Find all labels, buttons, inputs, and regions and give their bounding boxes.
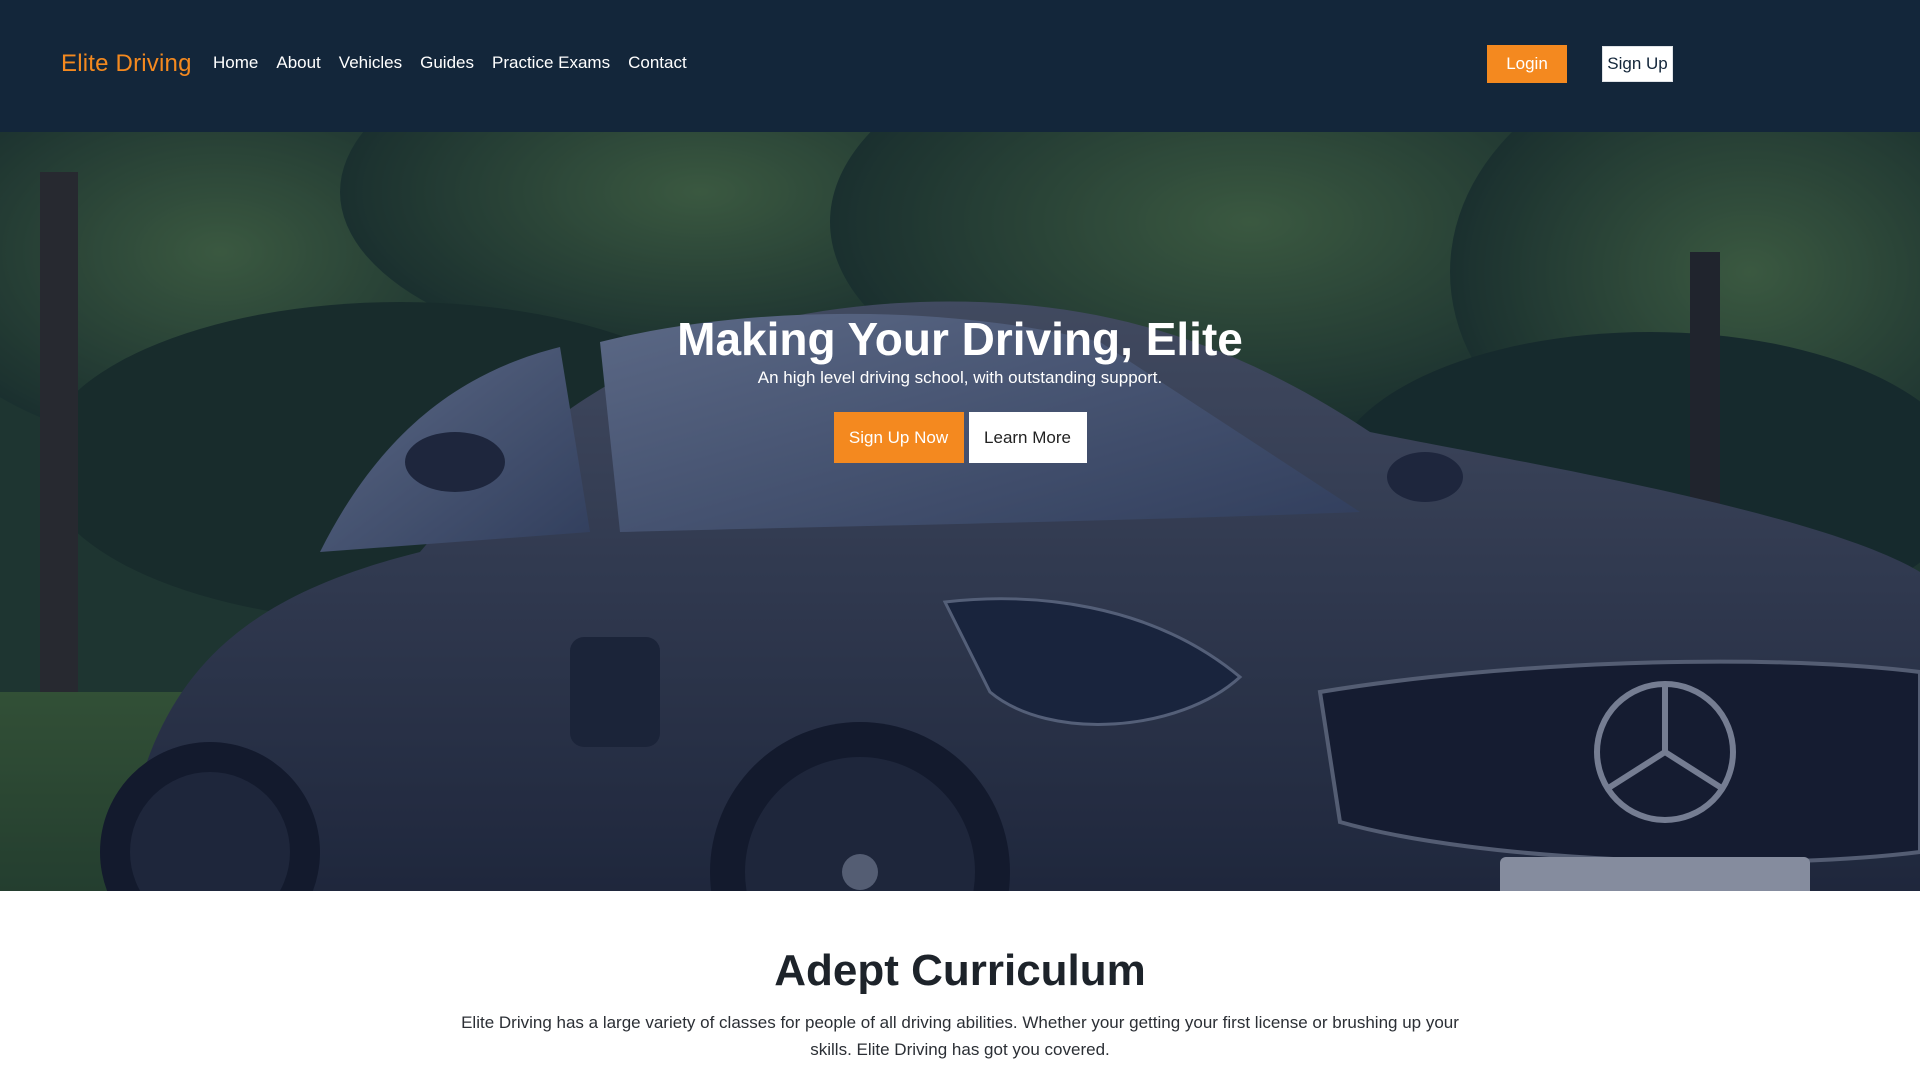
sign-up-now-button[interactable]: Sign Up Now xyxy=(833,412,964,463)
top-navbar: Elite Driving Home About Vehicles Guides… xyxy=(0,0,1920,132)
nav-link-vehicles[interactable]: Vehicles xyxy=(339,53,402,72)
hero-overlay xyxy=(0,132,1920,891)
hero-section: Making Your Driving, Elite An high level… xyxy=(0,132,1920,891)
nav-link-home[interactable]: Home xyxy=(213,53,258,72)
login-button[interactable]: Login xyxy=(1487,45,1567,83)
curriculum-title: Adept Curriculum xyxy=(774,946,1146,995)
hero-actions: Sign Up Now Learn More xyxy=(0,412,1920,463)
nav-link-contact[interactable]: Contact xyxy=(628,53,687,72)
learn-more-button[interactable]: Learn More xyxy=(968,412,1087,463)
hero-subtitle: An high level driving school, with outst… xyxy=(757,368,1163,387)
hero-title: Making Your Driving, Elite xyxy=(677,313,1243,365)
brand-logo[interactable]: Elite Driving xyxy=(61,50,192,78)
curriculum-description: Elite Driving has a large variety of cla… xyxy=(461,1013,1459,1059)
nav-link-practice-exams[interactable]: Practice Exams xyxy=(492,53,610,72)
signup-button[interactable]: Sign Up xyxy=(1602,46,1673,82)
curriculum-section: Adept Curriculum Elite Driving has a lar… xyxy=(0,891,1920,1080)
main-nav: Home About Vehicles Guides Practice Exam… xyxy=(213,53,687,73)
nav-link-about[interactable]: About xyxy=(276,53,320,72)
nav-link-guides[interactable]: Guides xyxy=(420,53,474,72)
